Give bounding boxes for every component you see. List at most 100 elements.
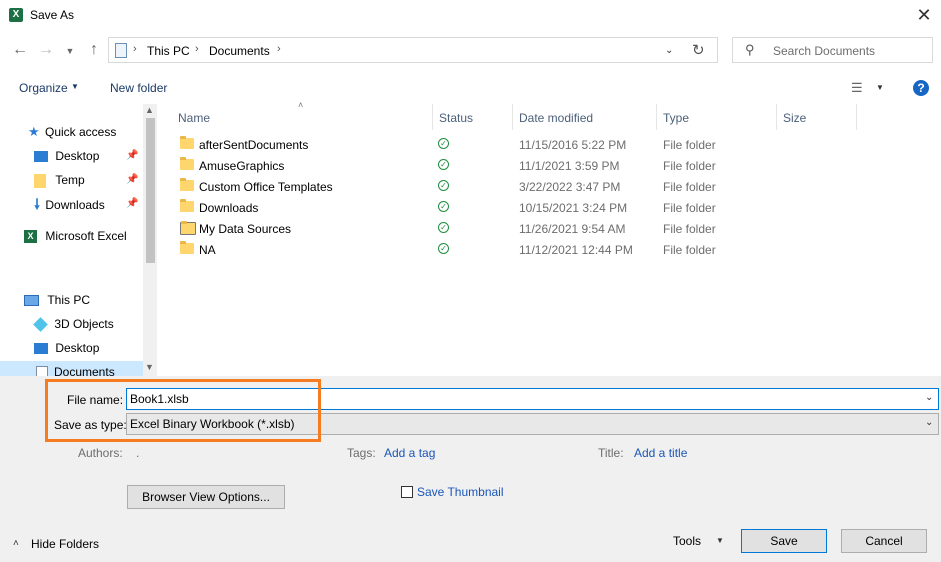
synced-check-icon: ✓ [438,138,449,149]
view-dropdown-icon[interactable]: ▼ [876,83,884,92]
organize-menu[interactable]: Organize [19,81,68,95]
address-dropdown-icon[interactable]: ⌄ [665,45,673,56]
folder-icon [180,136,194,149]
hide-folders-button[interactable]: Hide Folders [31,537,99,551]
file-name-dropdown-icon[interactable]: ⌄ [925,392,933,403]
pin-icon: 📌 [126,150,139,161]
file-row[interactable]: Custom Office Templates ✓ 3/22/2022 3:47… [160,177,860,198]
add-title-link[interactable]: Add a title [634,446,687,460]
organize-dropdown-icon[interactable]: ▼ [71,82,79,91]
file-date: 3/22/2022 3:47 PM [519,180,621,194]
authors-label: Authors: [78,446,123,460]
desktop-icon [34,151,48,163]
column-header-size[interactable]: Size [783,110,806,132]
column-header-name[interactable]: Name [178,110,210,132]
desktop-icon [34,343,48,355]
browser-view-options-button[interactable]: Browser View Options... [127,485,285,509]
nav-item-this-pc[interactable]: This PC [24,289,90,311]
file-date: 11/1/2021 3:59 PM [519,159,620,173]
cancel-button[interactable]: Cancel [841,529,927,553]
column-header-type[interactable]: Type [663,110,689,132]
breadcrumb-this-pc[interactable]: This PC [147,44,190,58]
save-thumbnail-label[interactable]: Save Thumbnail [417,485,504,499]
synced-check-icon: ✓ [438,180,449,191]
file-date: 11/15/2016 5:22 PM [519,138,627,152]
hide-folders-icon[interactable]: ˄ [13,538,19,549]
search-icon: ⚲ [745,42,755,57]
toolbar: Organize ▼ New folder ☰ ▼ [0,72,941,104]
star-icon: ★ [28,124,40,139]
close-button[interactable]: ✕ [912,4,936,28]
file-name: Custom Office Templates [199,180,333,194]
file-type: File folder [663,201,716,215]
computer-icon [24,295,39,307]
synced-check-icon: ✓ [438,159,449,170]
nav-item-desktop[interactable]: Desktop 📌 [34,145,140,167]
folder-icon [180,241,194,254]
recent-dropdown-icon[interactable]: ▼ [60,41,80,61]
download-arrow-icon: 🠗 [34,196,41,212]
up-arrow-icon[interactable]: ↑ [84,40,104,60]
nav-item-pc-desktop[interactable]: Desktop [34,337,99,359]
search-box[interactable]: ⚲ Search Documents [732,37,933,63]
column-divider[interactable] [656,104,657,130]
crumb-separator: › [195,43,199,55]
tags-label: Tags: [347,446,376,460]
scroll-down-icon[interactable]: ▼ [145,362,154,372]
file-row[interactable]: Downloads ✓ 10/15/2021 3:24 PM File fold… [160,198,860,219]
title-bar: X Save As ✕ [0,0,941,32]
file-date: 11/12/2021 12:44 PM [519,243,633,257]
view-options-icon[interactable]: ☰ [851,80,863,96]
forward-arrow-icon[interactable]: → [36,40,56,60]
file-row[interactable]: AmuseGraphics ✓ 11/1/2021 3:59 PM File f… [160,156,860,177]
column-divider[interactable] [432,104,433,130]
address-bar[interactable]: › This PC › Documents › ⌄ [108,37,718,63]
search-placeholder: Search Documents [773,44,876,58]
nav-scroll-thumb[interactable] [146,118,155,263]
file-row[interactable]: NA ✓ 11/12/2021 12:44 PM File folder [160,240,860,261]
scroll-up-icon[interactable]: ▲ [145,105,154,115]
save-button[interactable]: Save [741,529,827,553]
new-folder-button[interactable]: New folder [110,81,167,95]
save-type-dropdown-icon[interactable]: ⌄ [925,417,933,428]
folder-icon [180,199,194,212]
file-name: NA [199,243,216,257]
file-type: File folder [663,138,716,152]
crumb-separator: › [277,43,281,55]
tools-menu[interactable]: Tools [673,534,701,548]
navigation-pane: ★ Quick access Desktop 📌 Temp 📌 🠗 Downlo… [0,104,158,383]
column-header-date[interactable]: Date modified [519,110,593,132]
nav-item-temp[interactable]: Temp 📌 [34,169,140,191]
file-row[interactable]: afterSentDocuments ✓ 11/15/2016 5:22 PM … [160,135,860,156]
nav-item-microsoft-excel[interactable]: X Microsoft Excel [24,225,127,247]
tools-dropdown-icon[interactable]: ▼ [716,536,724,545]
nav-quick-access[interactable]: ★ Quick access [28,121,116,143]
data-sources-folder-icon [180,221,196,235]
pin-icon: 📌 [126,198,139,209]
file-name: My Data Sources [199,222,292,236]
add-tag-link[interactable]: Add a tag [384,446,435,460]
nav-item-downloads[interactable]: 🠗 Downloads 📌 [34,193,140,215]
help-icon[interactable]: ? [913,80,929,96]
refresh-icon[interactable]: ↻ [692,41,705,59]
folder-icon [34,173,46,188]
column-divider[interactable] [776,104,777,130]
nav-item-3d-objects[interactable]: 3D Objects [33,313,114,335]
breadcrumb-documents[interactable]: Documents [209,44,270,58]
back-arrow-icon[interactable]: ← [10,40,30,60]
column-divider[interactable] [856,104,857,130]
file-row[interactable]: My Data Sources ✓ 11/26/2021 9:54 AM Fil… [160,219,860,240]
folder-icon [180,157,194,170]
excel-icon: X [24,230,37,244]
column-divider[interactable] [512,104,513,130]
file-name: afterSentDocuments [199,138,309,152]
file-date: 10/15/2021 3:24 PM [519,201,628,215]
authors-value[interactable]: . [136,446,139,460]
column-header-status[interactable]: Status [439,110,473,132]
pin-icon: 📌 [126,174,139,185]
window-title: Save As [30,8,75,22]
excel-icon: X [9,8,23,22]
title-label: Title: [598,446,624,460]
file-type: File folder [663,159,716,173]
save-thumbnail-checkbox[interactable] [401,486,413,498]
